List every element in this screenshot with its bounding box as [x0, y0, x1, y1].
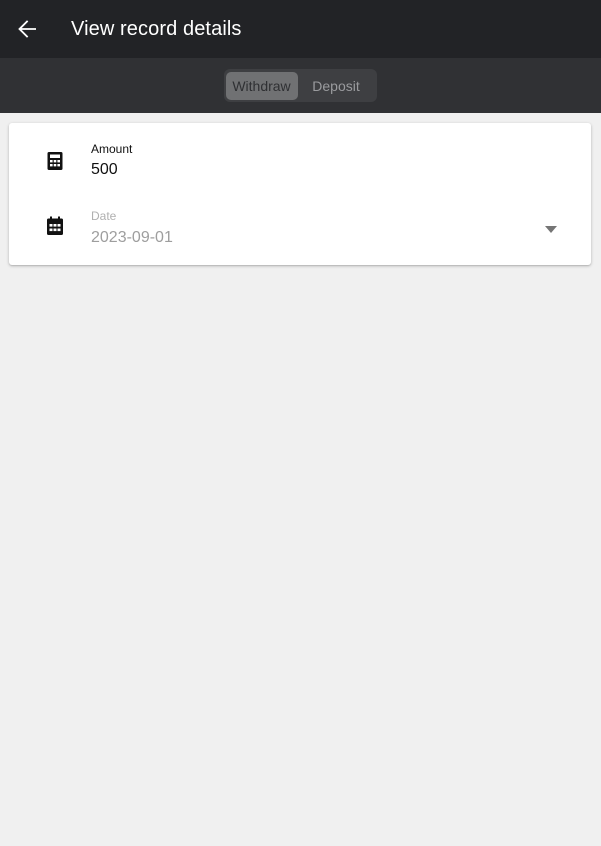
- date-field[interactable]: Date 2023-09-01: [9, 189, 591, 255]
- amount-label: Amount: [91, 142, 133, 156]
- withdraw-segment[interactable]: Withdraw: [225, 71, 298, 100]
- deposit-segment[interactable]: Deposit: [298, 72, 375, 100]
- calendar-icon: [45, 216, 65, 236]
- date-value: 2023-09-01: [91, 229, 173, 246]
- type-segmented-control: Withdraw Deposit: [223, 69, 377, 102]
- record-details-card: Amount 500 Date 2023-09-01: [9, 123, 591, 265]
- page-title: View record details: [71, 17, 242, 40]
- calculator-icon: [45, 151, 65, 171]
- amount-value: 500: [91, 161, 118, 178]
- type-toggle-bar: Withdraw Deposit: [0, 58, 601, 113]
- back-button[interactable]: [0, 0, 54, 58]
- app-bar: View record details: [0, 0, 601, 58]
- date-label: Date: [91, 209, 117, 223]
- caret-down-icon[interactable]: [545, 220, 557, 233]
- arrow-back-icon: [17, 19, 37, 39]
- amount-field[interactable]: Amount 500: [9, 123, 591, 189]
